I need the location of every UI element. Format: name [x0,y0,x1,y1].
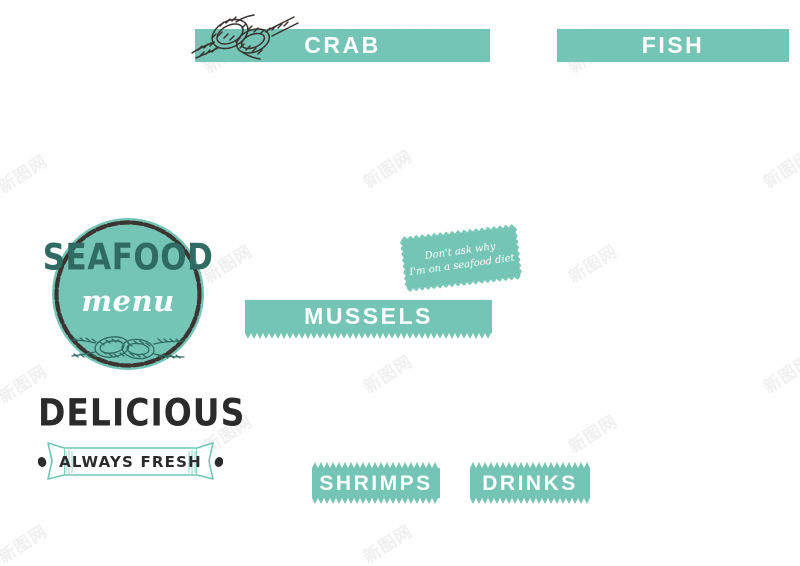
ribbon-banner: ALWAYS FRESH [38,442,223,482]
menu-section-banner-mussels[interactable]: MUSSELS [245,300,492,339]
ribbon-label: ALWAYS FRESH [59,453,202,471]
menu-section-banner-shrimps[interactable]: SHRIMPS [312,462,440,504]
banner-label: CRAB [304,32,381,58]
watermark-text: 新图网 [565,411,622,458]
tagline-block: DELICIOUS ALWAYS FRESH [38,390,246,482]
watermark-text: 新图网 [760,146,800,193]
banner-label: FISH [641,32,705,58]
torn-edge-bottom [470,498,590,504]
torn-edge-bottom [245,333,492,339]
banner-label: SHRIMPS [319,471,433,495]
menu-section-banner-drinks[interactable]: DRINKS [470,462,590,504]
rope-knot-icon [71,336,185,360]
quote-tag: Don't ask why I'm on a seafood diet [399,224,523,293]
watermark-text: 新图网 [360,351,417,398]
seafood-menu-badge: SEAFOOD menu [43,213,213,375]
menu-design-canvas: 新图网 新图网 新图网 新图网 新图网 新图网 新图网 新图网 新图网 新图网 … [0,0,800,566]
tagline-word: DELICIOUS [38,390,246,435]
watermark-text: 新图网 [360,146,417,193]
watermark-text: 新图网 [760,351,800,398]
torn-edge-bottom [312,498,440,504]
rope-knot-icon [191,14,299,60]
banner-label: MUSSELS [304,303,433,329]
torn-edge-top [312,462,440,468]
watermark-text: 新图网 [360,521,417,566]
torn-edge-top [470,462,590,468]
watermark-text: 新图网 [0,521,52,566]
menu-section-banner-fish[interactable]: FISH [557,29,789,62]
watermark-text: 新图网 [565,241,622,288]
quote-tag-text: Don't ask why I'm on a seafood diet [399,222,524,294]
banner-label: DRINKS [482,471,578,495]
watermark-text: 新图网 [0,151,52,198]
